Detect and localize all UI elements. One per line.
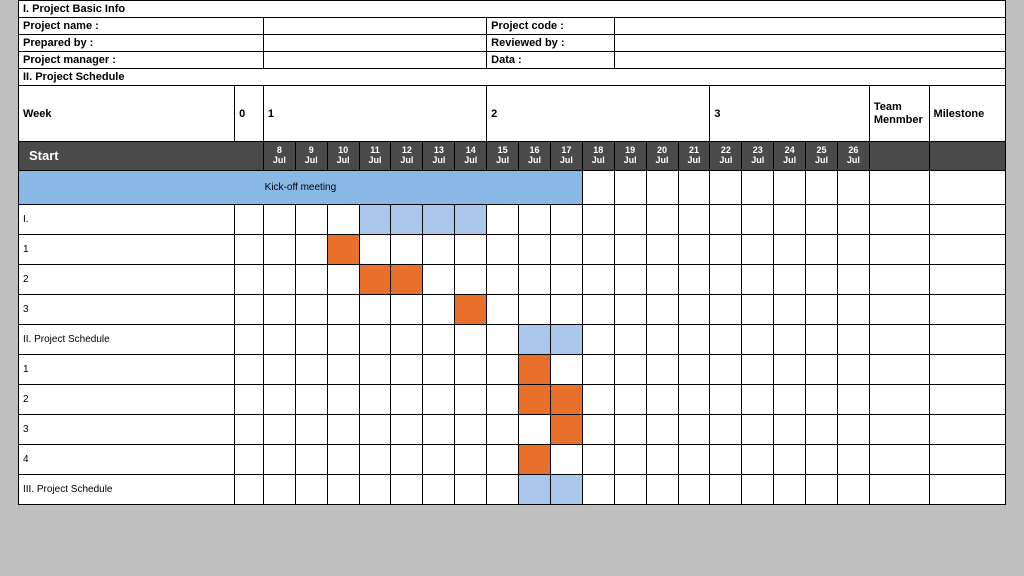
milestone-cell[interactable] [929,204,1005,234]
task-row: 3 [19,414,235,444]
date-9: 9Jul [295,142,327,171]
team-member-header: Team Menmber [869,86,929,142]
date-18: 18Jul [582,142,614,171]
input-project-name[interactable] [263,18,486,35]
input-project-manager[interactable] [263,52,486,69]
label-project-manager: Project manager : [19,52,264,69]
date-13: 13Jul [423,142,455,171]
milestone-cell[interactable] [929,444,1005,474]
team-cell[interactable] [869,474,929,504]
team-cell[interactable] [869,294,929,324]
milestone-cell[interactable] [929,294,1005,324]
team-cell[interactable] [869,414,929,444]
team-cell[interactable] [869,354,929,384]
project-sheet: I. Project Basic Info Project name : Pro… [18,0,1006,505]
milestone-cell[interactable] [929,384,1005,414]
date-11: 11Jul [359,142,391,171]
date-12: 12Jul [391,142,423,171]
team-cell[interactable] [869,170,929,204]
team-cell[interactable] [869,234,929,264]
input-data[interactable] [614,52,1005,69]
date-21: 21Jul [678,142,710,171]
date-header-row: Start 8Jul 9Jul 10Jul 11Jul 12Jul 13Jul … [19,142,1006,171]
section-basic-info: I. Project Basic Info [19,1,1006,18]
milestone-cell[interactable] [929,474,1005,504]
date-20: 20Jul [646,142,678,171]
team-cell[interactable] [869,444,929,474]
milestone-header: Milestone [929,86,1005,142]
date-8: 8Jul [263,142,295,171]
task-row: 1 [19,354,235,384]
kickoff-bar: Kick-off meeting [19,170,583,204]
label-project-name: Project name : [19,18,264,35]
task-row: 3 [19,294,235,324]
task-row: 4 [19,444,235,474]
task-row: I. [19,204,235,234]
milestone-cell[interactable] [929,264,1005,294]
date-10: 10Jul [327,142,359,171]
milestone-cell[interactable] [929,234,1005,264]
date-17: 17Jul [550,142,582,171]
task-row: III. Project Schedule [19,474,235,504]
team-cell[interactable] [869,324,929,354]
input-reviewed-by[interactable] [614,35,1005,52]
label-reviewed-by: Reviewed by : [487,35,615,52]
section-schedule: II. Project Schedule [19,69,1006,86]
week-2: 2 [487,86,710,142]
date-15: 15Jul [487,142,519,171]
input-prepared-by[interactable] [263,35,486,52]
team-cell[interactable] [869,264,929,294]
milestone-cell[interactable] [929,324,1005,354]
milestone-cell[interactable] [929,414,1005,444]
label-data: Data : [487,52,615,69]
label-project-code: Project code : [487,18,615,35]
team-cell[interactable] [869,384,929,414]
milestone-col-dark [929,142,1005,171]
date-19: 19Jul [614,142,646,171]
team-cell[interactable] [869,204,929,234]
task-row: 1 [19,234,235,264]
week-0: 0 [235,86,264,142]
week-label: Week [19,86,235,142]
date-22: 22Jul [710,142,742,171]
date-26: 26Jul [837,142,869,171]
start-label: Start [19,142,264,171]
task-row: 2 [19,384,235,414]
task-row: 2 [19,264,235,294]
date-14: 14Jul [455,142,487,171]
milestone-cell[interactable] [929,170,1005,204]
task-row: II. Project Schedule [19,324,235,354]
team-col-dark [869,142,929,171]
input-project-code[interactable] [614,18,1005,35]
week-1: 1 [263,86,486,142]
date-24: 24Jul [774,142,806,171]
date-16: 16Jul [519,142,551,171]
week-3: 3 [710,86,869,142]
project-table: I. Project Basic Info Project name : Pro… [18,0,1006,505]
milestone-cell[interactable] [929,354,1005,384]
label-prepared-by: Prepared by : [19,35,264,52]
date-25: 25Jul [806,142,838,171]
date-23: 23Jul [742,142,774,171]
